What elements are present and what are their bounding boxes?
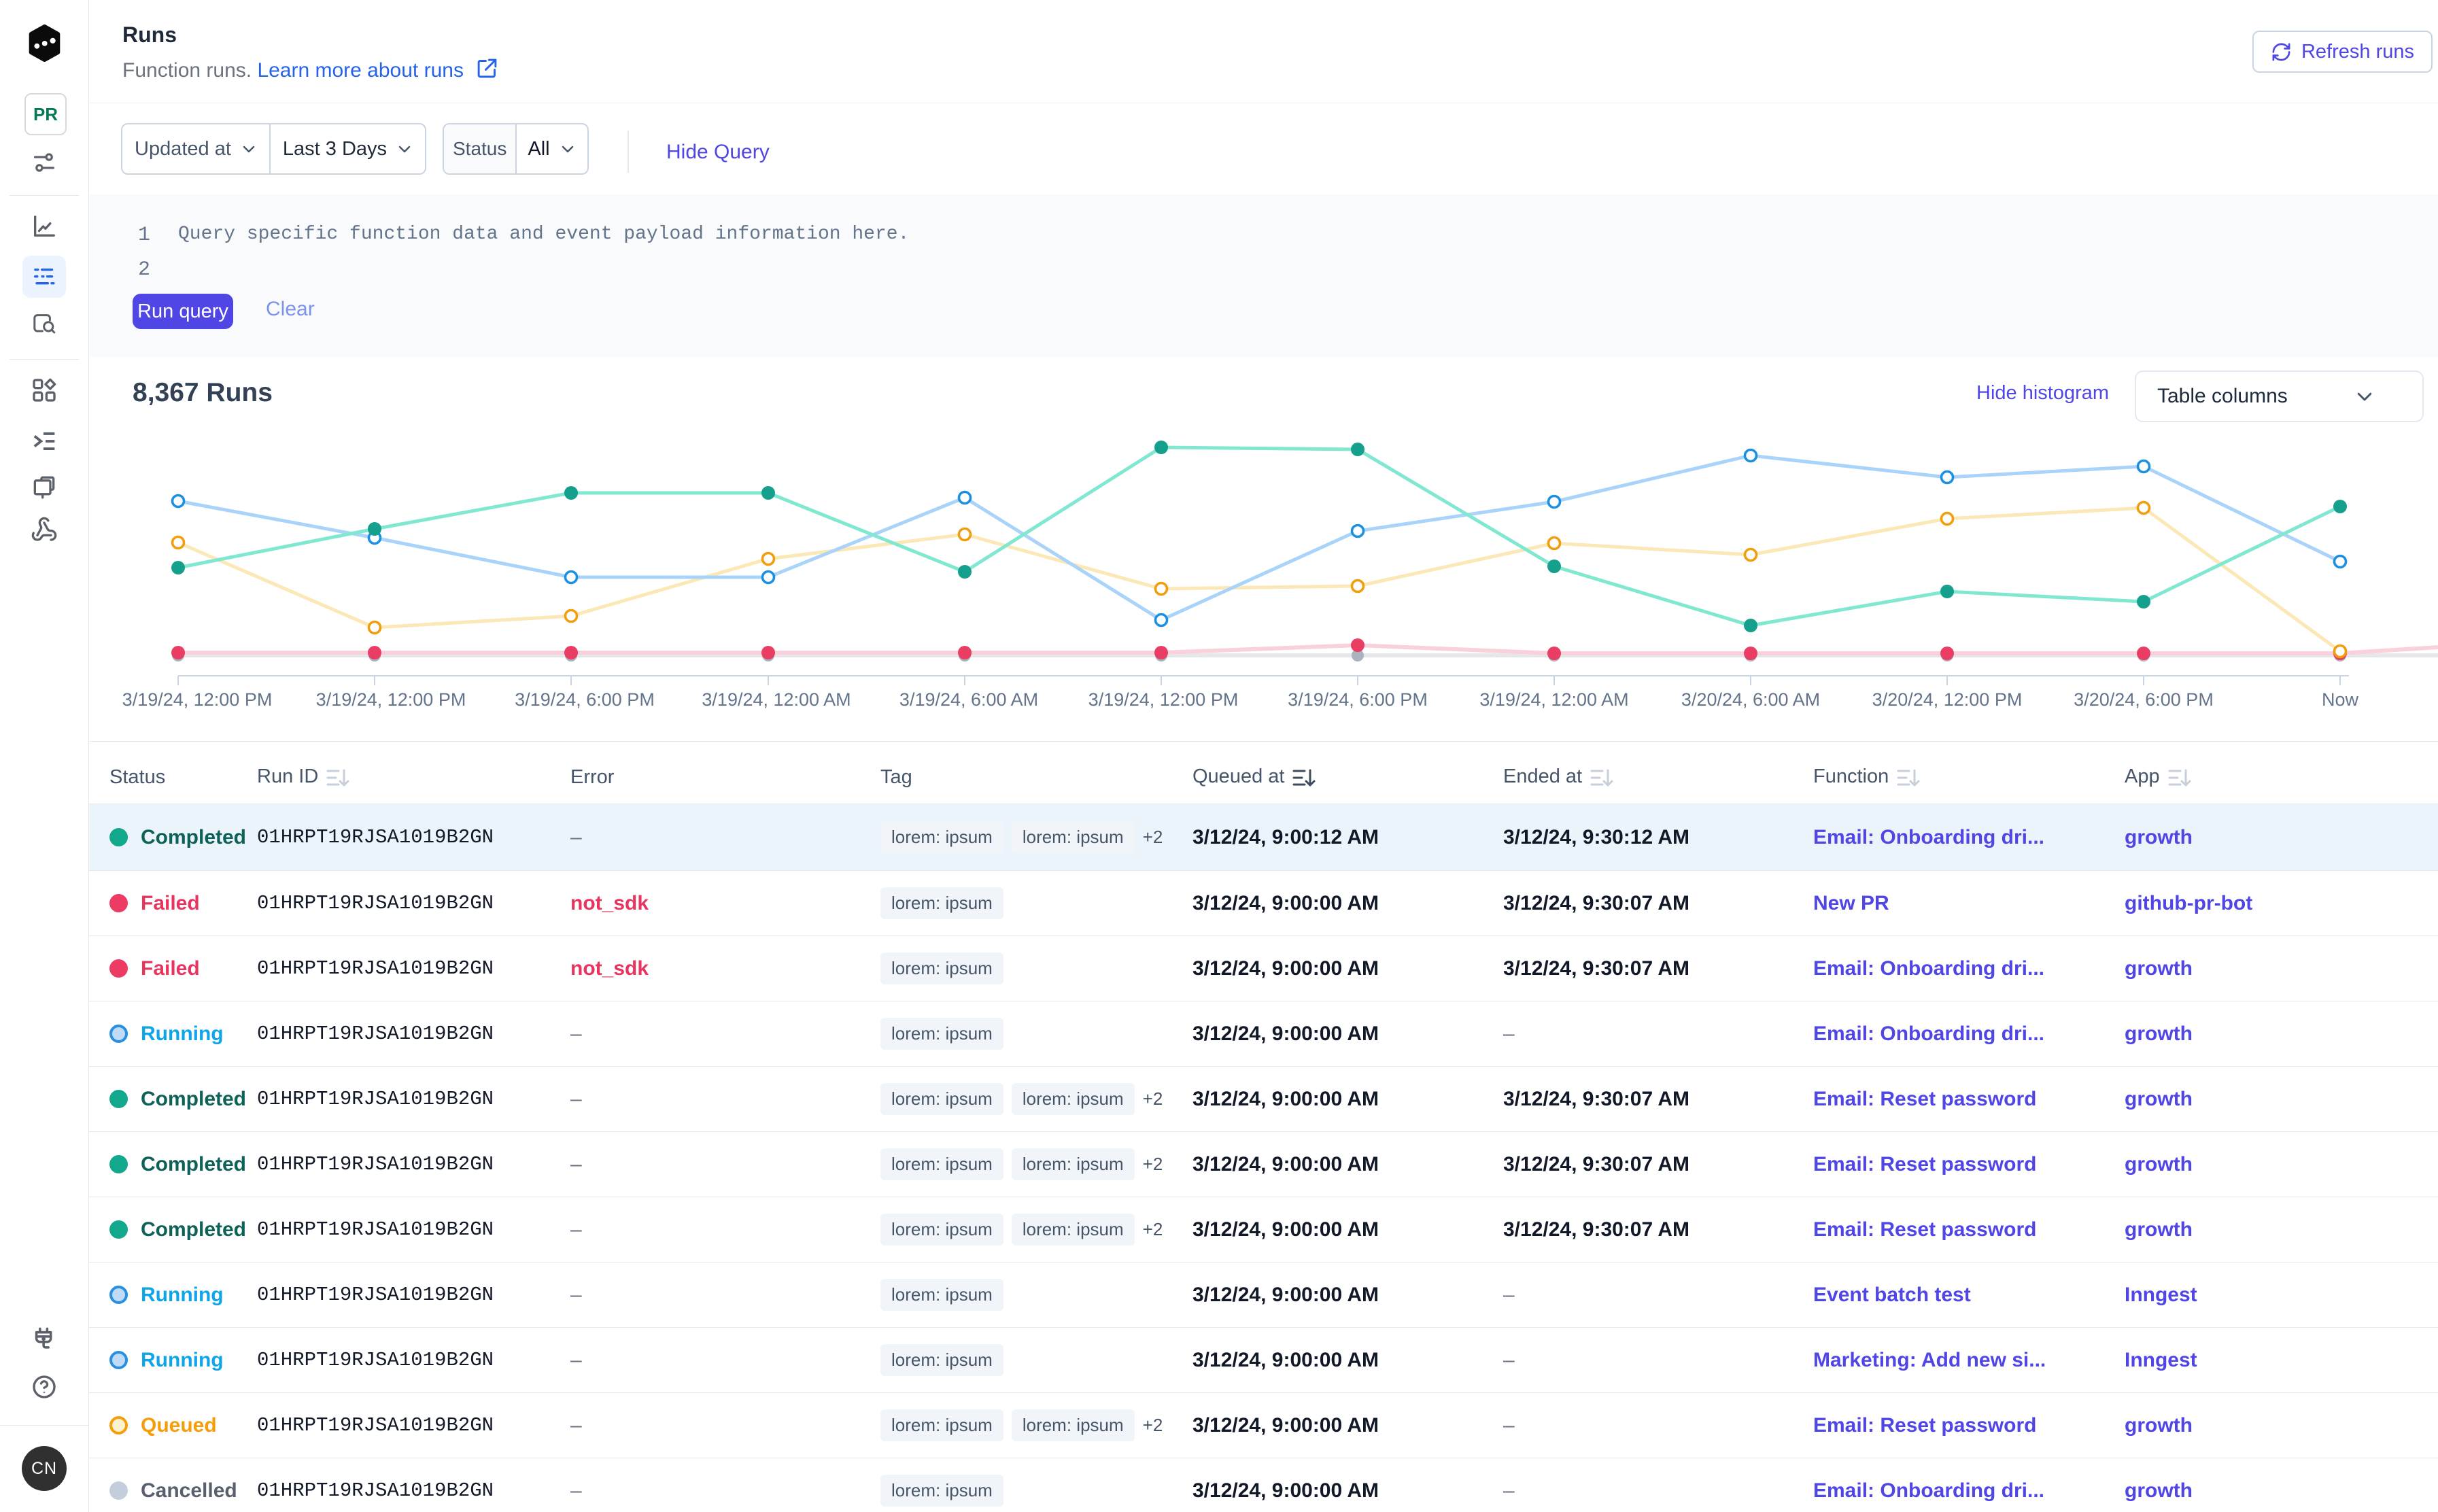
svg-text:Now: Now (2322, 689, 2359, 710)
svg-text:3/20/24, 6:00 PM: 3/20/24, 6:00 PM (2074, 689, 2214, 710)
svg-text:3/19/24, 6:00 PM: 3/19/24, 6:00 PM (1288, 689, 1428, 710)
svg-text:3/19/24, 6:00 AM: 3/19/24, 6:00 AM (899, 689, 1038, 710)
svg-text:3/19/24, 12:00 PM: 3/19/24, 12:00 PM (1088, 689, 1239, 710)
svg-text:3/19/24, 12:00 AM: 3/19/24, 12:00 AM (1479, 689, 1628, 710)
svg-text:3/19/24, 12:00 AM: 3/19/24, 12:00 AM (702, 689, 851, 710)
svg-text:3/19/24, 12:00 PM: 3/19/24, 12:00 PM (122, 689, 273, 710)
svg-text:3/20/24, 6:00 AM: 3/20/24, 6:00 AM (1681, 689, 1820, 710)
svg-text:3/19/24, 6:00 PM: 3/19/24, 6:00 PM (515, 689, 655, 710)
svg-text:3/19/24, 12:00 PM: 3/19/24, 12:00 PM (316, 689, 466, 710)
svg-text:3/20/24, 12:00 PM: 3/20/24, 12:00 PM (1872, 689, 2023, 710)
